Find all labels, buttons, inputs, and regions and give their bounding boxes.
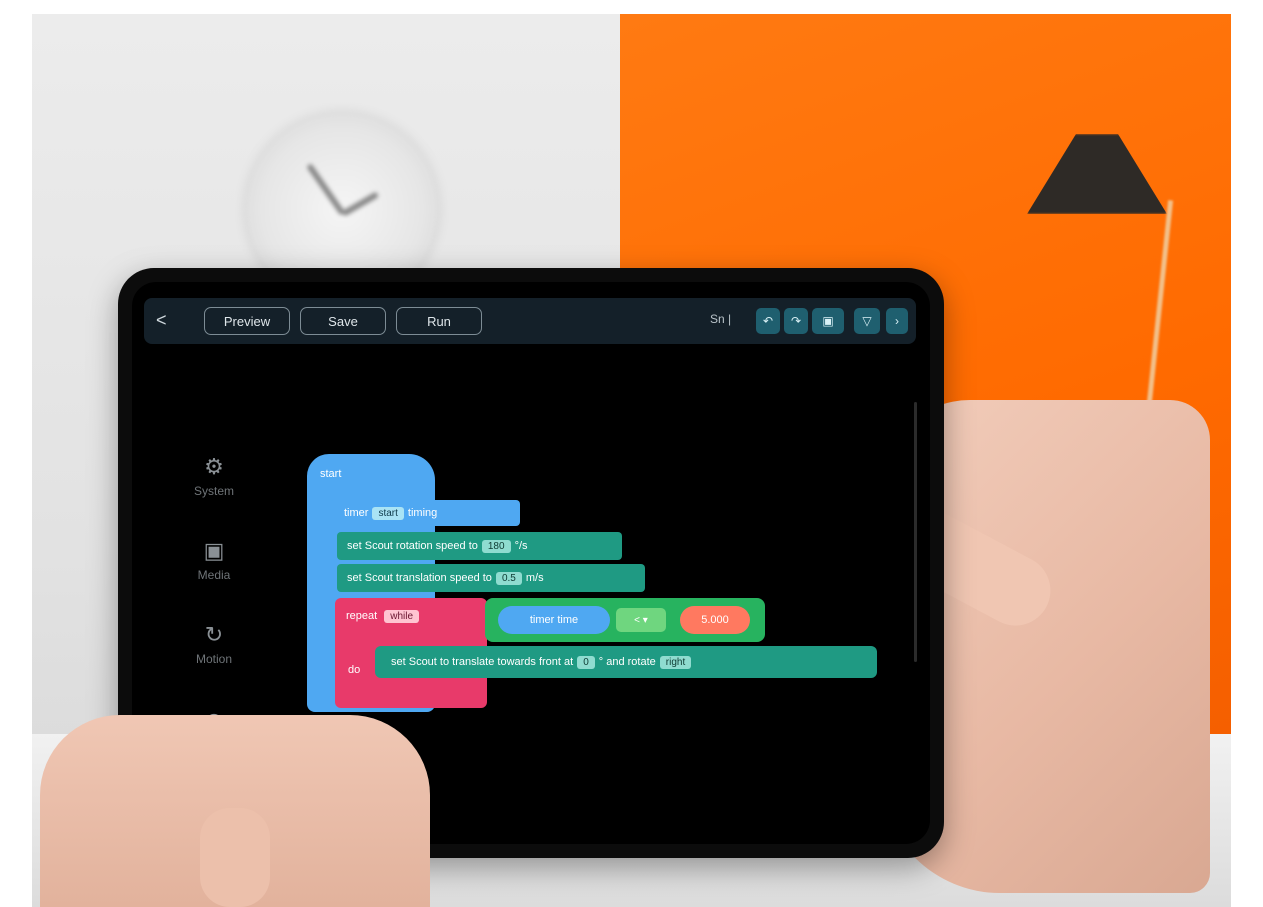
sidebar-item-label: Motion bbox=[195, 652, 233, 666]
preview-button[interactable]: Preview bbox=[204, 307, 290, 335]
translation-speed-input[interactable]: 0.5 bbox=[495, 571, 522, 585]
sidebar-item-label: System bbox=[193, 484, 234, 498]
timer-block-prefix: timer bbox=[344, 507, 369, 519]
sidebar-item-label: Media bbox=[197, 568, 231, 582]
sidebar-item-media[interactable]: ▣ Media bbox=[174, 538, 254, 582]
timer-dropdown[interactable]: start bbox=[372, 506, 404, 520]
undo-icon[interactable]: ↶ bbox=[756, 308, 780, 334]
redo-icon[interactable]: ↷ bbox=[784, 308, 808, 334]
vertical-scrollbar[interactable] bbox=[914, 402, 917, 662]
toolbar-status-label: Sn | bbox=[710, 312, 732, 326]
do-label: do bbox=[348, 664, 361, 676]
sidebar-item-system[interactable]: ⚙ System bbox=[174, 454, 254, 498]
gear-icon: ⚙ bbox=[204, 454, 224, 479]
timer-block-suffix: timing bbox=[407, 507, 438, 519]
move-angle-input[interactable]: 0 bbox=[577, 655, 595, 669]
repeat-label: repeat while bbox=[346, 610, 423, 623]
save-button[interactable]: Save bbox=[300, 307, 386, 335]
top-toolbar: < Preview Save Run Sn | ↶ ↷ ▣ ▽ › bbox=[144, 298, 916, 344]
rotation-speed-input[interactable]: 180 bbox=[481, 539, 511, 553]
motion-icon: ↻ bbox=[204, 622, 224, 647]
start-label: start bbox=[320, 468, 342, 480]
move-mid-text: ° and rotate bbox=[598, 656, 656, 668]
translation-speed-text: set Scout translation speed to bbox=[347, 572, 492, 584]
condition-value-input[interactable]: 5.000 bbox=[680, 606, 750, 634]
rotation-speed-block[interactable]: set Scout rotation speed to 180 °/s bbox=[337, 532, 622, 560]
move-block[interactable]: set Scout to translate towards front at … bbox=[375, 646, 877, 678]
media-icon: ▣ bbox=[203, 538, 225, 563]
comparison-operator-dropdown[interactable]: < ▾ bbox=[616, 608, 666, 632]
rotation-speed-unit: °/s bbox=[514, 540, 528, 552]
rotation-speed-text: set Scout rotation speed to bbox=[347, 540, 478, 552]
filter-icon[interactable]: ▽ bbox=[854, 308, 880, 334]
timer-block[interactable]: timer start timing bbox=[330, 500, 520, 526]
rotate-direction-dropdown[interactable]: right bbox=[659, 655, 692, 669]
timer-time-reporter[interactable]: timer time bbox=[498, 606, 610, 634]
left-finger bbox=[200, 808, 270, 907]
robot-icon[interactable]: ▣ bbox=[812, 308, 844, 334]
repeat-text: repeat bbox=[346, 610, 378, 622]
back-icon[interactable]: < bbox=[156, 310, 167, 330]
more-icon[interactable]: › bbox=[886, 308, 908, 334]
translation-speed-unit: m/s bbox=[525, 572, 544, 584]
move-text: set Scout to translate towards front at bbox=[391, 656, 574, 668]
translation-speed-block[interactable]: set Scout translation speed to 0.5 m/s bbox=[337, 564, 645, 592]
clock-hand bbox=[306, 163, 346, 216]
run-button[interactable]: Run bbox=[396, 307, 482, 335]
clock-hand bbox=[341, 191, 380, 217]
repeat-mode-dropdown[interactable]: while bbox=[384, 610, 420, 623]
sidebar-item-motion[interactable]: ↻ Motion bbox=[174, 622, 254, 666]
